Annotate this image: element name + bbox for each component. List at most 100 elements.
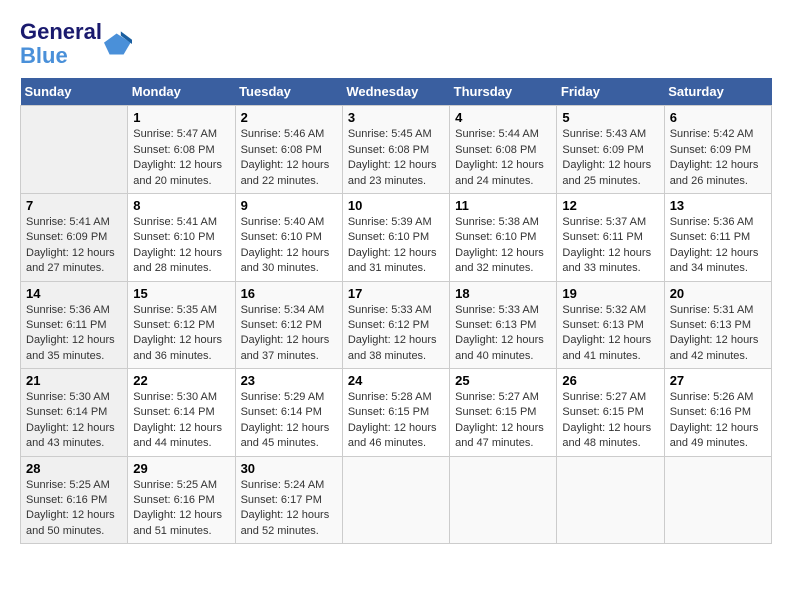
day-number: 20 [670,286,766,301]
calendar-cell: 30Sunrise: 5:24 AMSunset: 6:17 PMDayligh… [235,456,342,544]
cell-info: Sunrise: 5:41 AMSunset: 6:09 PMDaylight:… [26,215,122,277]
column-header-monday: Monday [128,78,235,106]
logo-text: GeneralBlue [20,20,102,68]
day-number: 30 [241,461,337,476]
calendar-cell: 13 Sunrise: 5:36 AMSunset: 6:11 PMDayligh… [664,193,771,281]
week-row-5: 28 Sunrise: 5:25 AMSunset: 6:16 PMDayligh… [21,456,772,544]
cell-info: Sunrise: 5:38 AMSunset: 6:10 PMDaylight:… [455,215,551,277]
cell-info: Sunrise: 5:46 AMSunset: 6:08 PMDaylight:… [241,127,337,189]
calendar-cell: 28 Sunrise: 5:25 AMSunset: 6:16 PMDayligh… [21,456,128,544]
calendar-cell [21,106,128,194]
calendar-cell [450,456,557,544]
logo: GeneralBlue [20,20,132,68]
cell-info: Sunrise: 5:36 AMSunset: 6:11 PMDaylight:… [26,303,122,365]
day-number: 24 [348,373,444,388]
column-header-wednesday: Wednesday [342,78,449,106]
day-number: 3 [348,110,444,125]
cell-info: Sunrise: 5:39 AMSunset: 6:10 PMDaylight:… [348,215,444,277]
cell-info: Sunrise: 5:30 AMSunset: 6:14 PMDaylight:… [133,390,229,452]
day-number: 5 [562,110,658,125]
cell-info: Sunrise: 5:26 AMSunset: 6:16 PMDaylight:… [670,390,766,452]
day-number: 11 [455,198,551,213]
calendar-cell: 29 Sunrise: 5:25 AMSunset: 6:16 PMDayligh… [128,456,235,544]
calendar-cell: 26 Sunrise: 5:27 AMSunset: 6:15 PMDayligh… [557,369,664,457]
day-number: 21 [26,373,122,388]
calendar-table: SundayMondayTuesdayWednesdayThursdayFrid… [20,78,772,544]
calendar-cell: 25Sunrise: 5:27 AMSunset: 6:15 PMDayligh… [450,369,557,457]
calendar-cell: 20 Sunrise: 5:31 AMSunset: 6:13 PMDayligh… [664,281,771,369]
calendar-body: 1Sunrise: 5:47 AMSunset: 6:08 PMDaylight… [21,106,772,544]
column-header-saturday: Saturday [664,78,771,106]
cell-info: Sunrise: 5:45 AMSunset: 6:08 PMDaylight:… [348,127,444,189]
day-number: 16 [241,286,337,301]
cell-info: Sunrise: 5:43 AMSunset: 6:09 PMDaylight:… [562,127,658,189]
calendar-cell: 5 Sunrise: 5:43 AMSunset: 6:09 PMDaylight… [557,106,664,194]
week-row-3: 14Sunrise: 5:36 AMSunset: 6:11 PMDayligh… [21,281,772,369]
cell-info: Sunrise: 5:33 AMSunset: 6:12 PMDaylight:… [348,303,444,365]
day-number: 13 [670,198,766,213]
column-header-sunday: Sunday [21,78,128,106]
calendar-cell: 2 Sunrise: 5:46 AMSunset: 6:08 PMDaylight… [235,106,342,194]
column-header-thursday: Thursday [450,78,557,106]
calendar-cell [557,456,664,544]
day-number: 7 [26,198,122,213]
logo-icon [104,30,132,58]
day-number: 25 [455,373,551,388]
week-row-1: 1Sunrise: 5:47 AMSunset: 6:08 PMDaylight… [21,106,772,194]
day-number: 8 [133,198,229,213]
calendar-cell: 24 Sunrise: 5:28 AMSunset: 6:15 PMDayligh… [342,369,449,457]
calendar-cell: 15 Sunrise: 5:35 AMSunset: 6:12 PMDayligh… [128,281,235,369]
cell-info: Sunrise: 5:36 AMSunset: 6:11 PMDaylight:… [670,215,766,277]
calendar-cell: 7 Sunrise: 5:41 AMSunset: 6:09 PMDaylight… [21,193,128,281]
cell-info: Sunrise: 5:44 AMSunset: 6:08 PMDaylight:… [455,127,551,189]
day-number: 2 [241,110,337,125]
day-number: 17 [348,286,444,301]
calendar-cell: 8 Sunrise: 5:41 AMSunset: 6:10 PMDaylight… [128,193,235,281]
calendar-cell: 12Sunrise: 5:37 AMSunset: 6:11 PMDayligh… [557,193,664,281]
calendar-cell: 22Sunrise: 5:30 AMSunset: 6:14 PMDayligh… [128,369,235,457]
calendar-cell: 18Sunrise: 5:33 AMSunset: 6:13 PMDayligh… [450,281,557,369]
cell-info: Sunrise: 5:31 AMSunset: 6:13 PMDaylight:… [670,303,766,365]
day-number: 9 [241,198,337,213]
page-header: GeneralBlue [20,20,772,68]
calendar-cell: 6Sunrise: 5:42 AMSunset: 6:09 PMDaylight… [664,106,771,194]
cell-info: Sunrise: 5:41 AMSunset: 6:10 PMDaylight:… [133,215,229,277]
cell-info: Sunrise: 5:40 AMSunset: 6:10 PMDaylight:… [241,215,337,277]
day-number: 10 [348,198,444,213]
day-number: 27 [670,373,766,388]
cell-info: Sunrise: 5:32 AMSunset: 6:13 PMDaylight:… [562,303,658,365]
column-header-friday: Friday [557,78,664,106]
cell-info: Sunrise: 5:27 AMSunset: 6:15 PMDaylight:… [562,390,658,452]
calendar-cell: 3 Sunrise: 5:45 AMSunset: 6:08 PMDaylight… [342,106,449,194]
calendar-cell: 19Sunrise: 5:32 AMSunset: 6:13 PMDayligh… [557,281,664,369]
cell-info: Sunrise: 5:35 AMSunset: 6:12 PMDaylight:… [133,303,229,365]
cell-info: Sunrise: 5:30 AMSunset: 6:14 PMDaylight:… [26,390,122,452]
day-number: 23 [241,373,337,388]
cell-info: Sunrise: 5:42 AMSunset: 6:09 PMDaylight:… [670,127,766,189]
calendar-cell: 16 Sunrise: 5:34 AMSunset: 6:12 PMDayligh… [235,281,342,369]
calendar-cell: 9 Sunrise: 5:40 AMSunset: 6:10 PMDaylight… [235,193,342,281]
week-row-2: 7 Sunrise: 5:41 AMSunset: 6:09 PMDaylight… [21,193,772,281]
calendar-cell: 27 Sunrise: 5:26 AMSunset: 6:16 PMDayligh… [664,369,771,457]
day-number: 26 [562,373,658,388]
calendar-cell: 1Sunrise: 5:47 AMSunset: 6:08 PMDaylight… [128,106,235,194]
cell-info: Sunrise: 5:25 AMSunset: 6:16 PMDaylight:… [133,478,229,540]
day-number: 29 [133,461,229,476]
calendar-cell [342,456,449,544]
cell-info: Sunrise: 5:37 AMSunset: 6:11 PMDaylight:… [562,215,658,277]
day-number: 28 [26,461,122,476]
calendar-cell: 21 Sunrise: 5:30 AMSunset: 6:14 PMDayligh… [21,369,128,457]
calendar-cell: 14Sunrise: 5:36 AMSunset: 6:11 PMDayligh… [21,281,128,369]
day-number: 4 [455,110,551,125]
calendar-cell: 11 Sunrise: 5:38 AMSunset: 6:10 PMDayligh… [450,193,557,281]
day-number: 15 [133,286,229,301]
cell-info: Sunrise: 5:25 AMSunset: 6:16 PMDaylight:… [26,478,122,540]
calendar-cell [664,456,771,544]
day-number: 1 [133,110,229,125]
cell-info: Sunrise: 5:28 AMSunset: 6:15 PMDaylight:… [348,390,444,452]
cell-info: Sunrise: 5:34 AMSunset: 6:12 PMDaylight:… [241,303,337,365]
calendar-cell: 17 Sunrise: 5:33 AMSunset: 6:12 PMDayligh… [342,281,449,369]
calendar-cell: 10 Sunrise: 5:39 AMSunset: 6:10 PMDayligh… [342,193,449,281]
cell-info: Sunrise: 5:33 AMSunset: 6:13 PMDaylight:… [455,303,551,365]
week-row-4: 21 Sunrise: 5:30 AMSunset: 6:14 PMDayligh… [21,369,772,457]
